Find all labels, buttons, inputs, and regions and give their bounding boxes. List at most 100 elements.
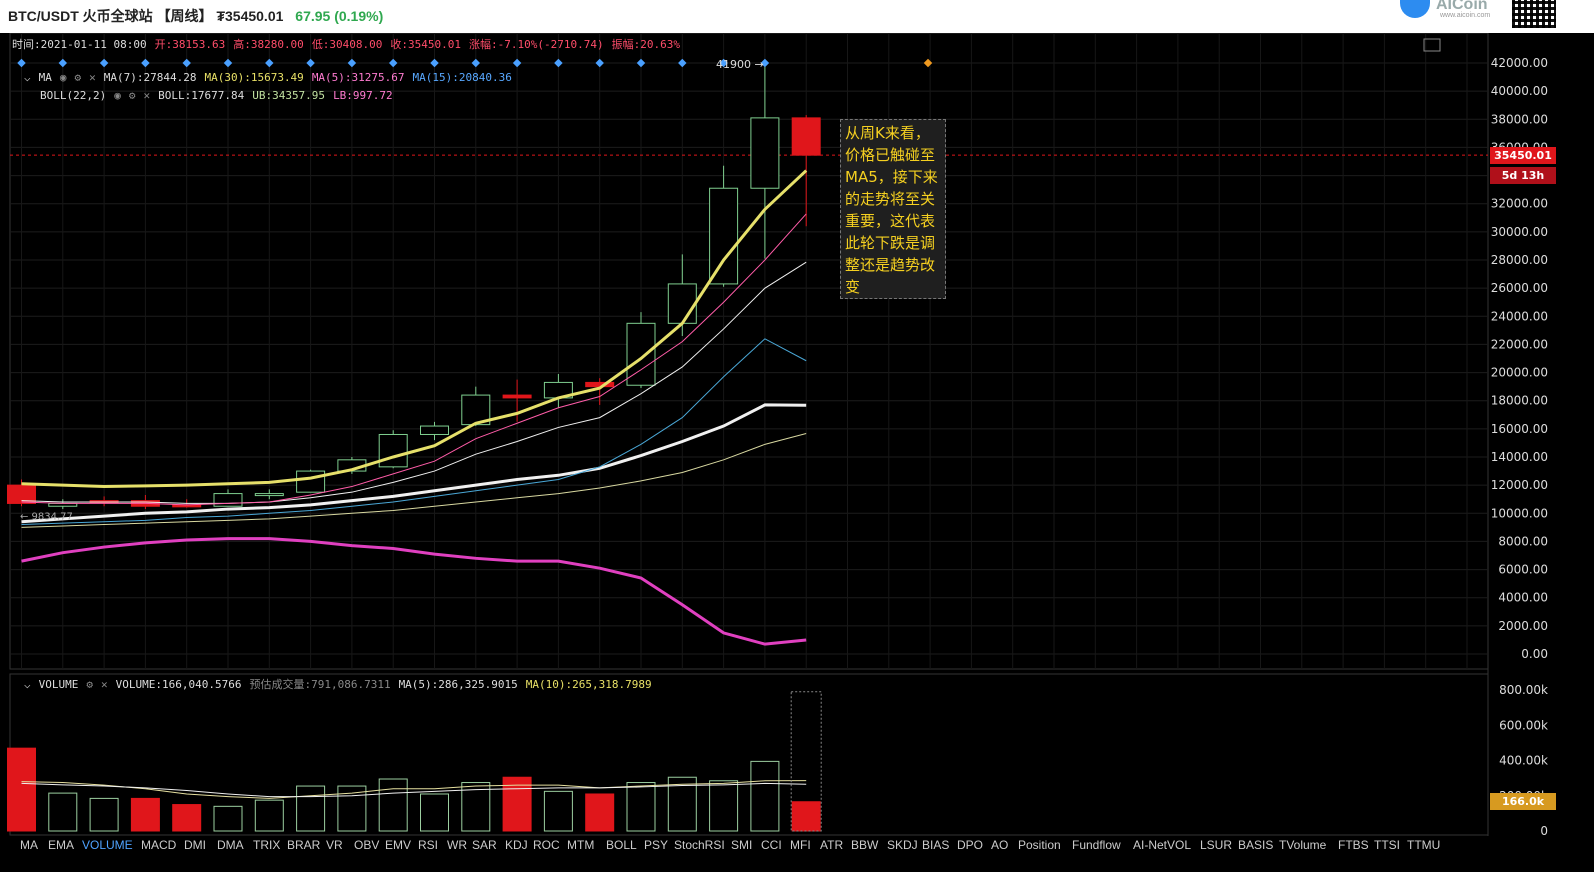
indicator-tab-psy[interactable]: PSY — [644, 838, 668, 852]
qr-code-icon — [1512, 0, 1556, 28]
indicator-tab-sar[interactable]: SAR — [472, 838, 497, 852]
indicator-tab-ma[interactable]: MA — [20, 838, 38, 852]
gear-icon[interactable]: ⚙ — [75, 71, 82, 84]
volume-bar — [750, 760, 780, 832]
candle-body — [709, 187, 739, 285]
ohlc-readout: 时间:2021-01-11 08:00 开:38153.63 高:38280.00 低… — [12, 36, 688, 52]
price-tick-label: 6000.00 — [1498, 563, 1548, 577]
ohlc-change: 涨幅:-7.10%(-2710.74) — [469, 38, 604, 51]
volume-bar — [585, 793, 615, 832]
indicator-tab-mtm[interactable]: MTM — [567, 838, 594, 852]
indicator-tab-ftbs[interactable]: FTBS — [1338, 838, 1369, 852]
indicator-tab-wr[interactable]: WR — [447, 838, 467, 852]
indicator-tab-atr[interactable]: ATR — [820, 838, 843, 852]
indicator-tab-volume[interactable]: VOLUME — [82, 838, 133, 852]
indicator-tab-skdj[interactable]: SKDJ — [887, 838, 918, 852]
indicator-tab-smi[interactable]: SMI — [731, 838, 752, 852]
volume-estimate: 预估成交量:791,086.7311 — [249, 678, 391, 691]
boll-ub-value: UB:34357.95 — [252, 89, 326, 102]
candle-body — [378, 433, 408, 468]
price-tick-label: 32000.00 — [1491, 197, 1548, 211]
annotation-note[interactable]: 从周K来看，价格已触碰至MA5，接下来的走势将至关重要，这代表此轮下跌是调整还是… — [840, 119, 946, 299]
indicator-tab-bbw[interactable]: BBW — [851, 838, 878, 852]
candlestick-chart[interactable]: 0.00 2000.00 4000.00 6000.00 8000.00 10000.00… — [0, 33, 1594, 836]
boll-lb-value: LB:997.72 — [333, 89, 393, 102]
logo-icon — [1400, 0, 1430, 18]
indicator-tab-emv[interactable]: EMV — [385, 838, 411, 852]
indicator-tab-ttsi[interactable]: TTSI — [1374, 838, 1400, 852]
indicator-tab-roc[interactable]: ROC — [533, 838, 560, 852]
price-tick-label: 8000.00 — [1498, 534, 1548, 548]
indicator-tab-mfi[interactable]: MFI — [790, 838, 811, 852]
ohlc-time: 时间:2021-01-11 08:00 — [12, 38, 147, 51]
indicator-tab-tvolume[interactable]: TVolume — [1279, 838, 1326, 852]
price-tick-label: 16000.00 — [1491, 422, 1548, 436]
volume-bar — [89, 797, 119, 832]
indicator-tab-dmi[interactable]: DMI — [184, 838, 206, 852]
price-tick-label: 24000.00 — [1491, 309, 1548, 323]
volume-bar — [130, 797, 160, 832]
volume-value: VOLUME:166,040.5766 — [115, 678, 242, 691]
boll-value: BOLL:17677.84 — [158, 89, 245, 102]
indicator-tab-ttmu[interactable]: TTMU — [1407, 838, 1440, 852]
volume-tick-label: 400.00k — [1499, 754, 1548, 768]
indicator-tab-brar[interactable]: BRAR — [287, 838, 320, 852]
indicator-tab-basis[interactable]: BASIS — [1238, 838, 1273, 852]
price-tick-label: 4000.00 — [1498, 591, 1548, 605]
countdown-tag: 5d 13h — [1490, 167, 1556, 184]
indicator-tab-ai-netvol[interactable]: AI-NetVOL — [1133, 838, 1191, 852]
volume-ma5: MA(5):286,325.9015 — [398, 678, 518, 691]
price-tick-label: 30000.00 — [1491, 225, 1548, 239]
indicator-tab-bias[interactable]: BIAS — [922, 838, 949, 852]
price-tick-label: 26000.00 — [1491, 281, 1548, 295]
volume-close-icon[interactable]: ✕ — [101, 678, 108, 691]
ma-collapse-icon[interactable]: ⌵ — [24, 71, 31, 84]
ma-legend: ⌵ MA ◉ ⚙ ✕ MA(7):27844.28 MA(30):15673.49 MA(5)… — [24, 71, 520, 84]
boll-gear-icon[interactable]: ⚙ — [129, 89, 136, 102]
price-tick-label: 40000.00 — [1491, 84, 1548, 98]
boll-label: BOLL(22,2) — [40, 89, 107, 102]
ma30-value: MA(30):15673.49 — [204, 71, 304, 84]
volume-tick-label: 600.00k — [1499, 718, 1548, 732]
candle-body — [791, 117, 821, 156]
title-bar: BTC/USDT 火币全球站 【周线】 ₮35450.01 67.95 (0.1… — [0, 0, 1594, 33]
indicator-tab-boll[interactable]: BOLL — [606, 838, 637, 852]
indicator-tab-stochrsi[interactable]: StochRSI — [674, 838, 725, 852]
indicator-tab-fundflow[interactable]: Fundflow — [1072, 838, 1121, 852]
volume-bar — [543, 790, 573, 832]
candle-body — [420, 425, 449, 435]
volume-bar — [626, 782, 656, 832]
volume-gear-icon[interactable]: ⚙ — [86, 678, 93, 691]
pair-name: BTC/USDT — [8, 8, 79, 24]
ma5-value: MA(5):31275.67 — [311, 71, 405, 84]
pair-title: BTC/USDT 火币全球站 【周线】 ₮35450.01 67.95 (0.1… — [8, 6, 383, 26]
indicator-tab-macd[interactable]: MACD — [141, 838, 176, 852]
indicator-tab-dma[interactable]: DMA — [217, 838, 244, 852]
price-tick-label: 22000.00 — [1491, 337, 1548, 351]
indicator-tab-trix[interactable]: TRIX — [253, 838, 280, 852]
indicator-tab-ao[interactable]: AO — [991, 838, 1008, 852]
indicator-tab-cci[interactable]: CCI — [761, 838, 782, 852]
exchange-name: 火币全球站 — [82, 8, 153, 24]
indicator-tab-position[interactable]: Position — [1018, 838, 1061, 852]
indicator-tab-obv[interactable]: OBV — [354, 838, 379, 852]
indicator-tab-kdj[interactable]: KDJ — [505, 838, 528, 852]
volume-ma10: MA(10):265,318.7989 — [525, 678, 652, 691]
boll-eye-icon[interactable]: ◉ — [114, 89, 121, 102]
indicator-tab-rsi[interactable]: RSI — [418, 838, 438, 852]
last-price: ₮35450.01 — [216, 8, 284, 24]
close-icon[interactable]: ✕ — [89, 71, 96, 84]
current-price-tag: 35450.01 — [1490, 147, 1556, 164]
volume-bar — [48, 792, 78, 832]
volume-collapse-icon[interactable]: ⌵ — [24, 678, 31, 691]
indicator-tab-vr[interactable]: VR — [326, 838, 343, 852]
indicator-tab-lsur[interactable]: LSUR — [1200, 838, 1232, 852]
price-panel — [9, 33, 1489, 670]
price-tick-label: 42000.00 — [1491, 56, 1548, 70]
ma7-value: MA(7):27844.28 — [103, 71, 197, 84]
indicator-tab-dpo[interactable]: DPO — [957, 838, 983, 852]
boll-close-icon[interactable]: ✕ — [143, 89, 150, 102]
period-label: 【周线】 — [156, 8, 213, 24]
eye-icon[interactable]: ◉ — [60, 71, 67, 84]
indicator-tab-ema[interactable]: EMA — [48, 838, 74, 852]
